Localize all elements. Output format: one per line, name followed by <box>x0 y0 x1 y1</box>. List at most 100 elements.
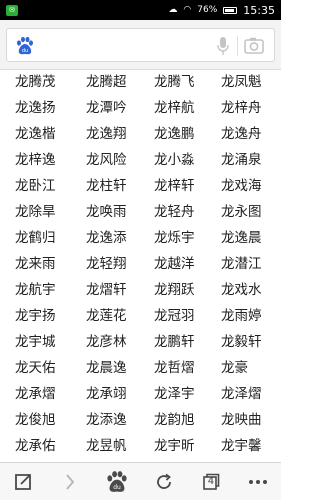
tabs-button[interactable]: 4 <box>191 467 231 497</box>
name-item: 龙俊旭 <box>15 412 56 428</box>
name-row: 龙宇扬 龙莲花 龙冠羽 龙雨婷 <box>0 301 281 327</box>
name-item: 龙梓舟 <box>221 100 262 116</box>
name-row: 龙承佑 龙昱帆 龙宇昕 龙宇馨 <box>0 431 281 457</box>
name-item: 龙戏水 <box>221 282 262 298</box>
refresh-button[interactable] <box>144 467 184 497</box>
name-item: 龙梓航 <box>154 100 195 116</box>
wifi-icon: ◠ <box>183 5 192 15</box>
tabs-count: 4 <box>207 475 215 487</box>
name-item: 龙翔跃 <box>154 282 195 298</box>
name-item: 龙唤雨 <box>86 204 127 220</box>
name-list: 龙腾茂 龙腾超 龙腾飞 龙凤魁 龙逸扬 龙潭吟 龙梓航 龙梓舟 龙逸楷 龙逸翔 龙逸鹏 龙逸舟 龙梓逸龙… <box>0 70 281 462</box>
name-row: 龙除旱 龙唤雨 龙轻舟 龙永图 <box>0 197 281 223</box>
name-row: 龙鹤归 龙逸添 龙烁宇 龙逸晨 <box>0 223 281 249</box>
name-item: 龙涌泉 <box>221 152 262 168</box>
name-item: 龙卧江 <box>15 178 56 194</box>
bottom-toolbar: du 4 <box>0 462 281 500</box>
name-item: 龙豪 <box>221 360 248 376</box>
chevron-right-icon <box>66 473 75 490</box>
search-divider <box>237 36 238 56</box>
name-item: 龙风险 <box>86 152 127 168</box>
name-item: 龙韵旭 <box>154 412 195 428</box>
name-row: 龙梓逸 龙风险 龙小淼 龙涌泉 <box>0 145 281 171</box>
name-item: 龙彦林 <box>86 334 127 350</box>
exit-button[interactable] <box>3 467 43 497</box>
status-bar: ✉ ☁ ◠ 76% 15:35 <box>0 0 281 20</box>
battery-icon <box>223 6 238 14</box>
name-item: 龙凤魁 <box>221 74 262 90</box>
search-bar: du <box>0 20 281 70</box>
name-item: 龙戏海 <box>221 178 262 194</box>
name-item: 龙承熠 <box>15 386 56 402</box>
search-input[interactable]: du <box>6 28 275 62</box>
name-item: 龙鹏轩 <box>154 334 195 350</box>
name-item: 龙潭吟 <box>86 100 127 116</box>
name-item: 龙轻舟 <box>154 204 195 220</box>
name-row: 龙承熠 龙承翊 龙泽宇 龙泽熠 <box>0 379 281 405</box>
name-item: 龙鹤归 <box>15 230 56 246</box>
name-item: 龙小淼 <box>154 152 195 168</box>
name-item: 龙逸鹏 <box>154 126 195 142</box>
more-dots-icon <box>248 479 267 484</box>
name-item: 龙逸舟 <box>221 126 262 142</box>
name-item: 龙天佑 <box>15 360 56 376</box>
name-item: 龙添逸 <box>86 412 127 428</box>
camera-icon[interactable] <box>244 37 264 54</box>
menu-button[interactable] <box>238 467 278 497</box>
svg-text:du: du <box>22 48 28 54</box>
name-row: 龙腾茂 龙腾超 龙腾飞 龙凤魁 <box>0 70 281 93</box>
name-item: 龙腾茂 <box>15 74 56 90</box>
forward-button[interactable] <box>50 467 90 497</box>
svg-text:du: du <box>113 484 121 491</box>
cloud-icon: ☁ <box>168 5 178 15</box>
name-item: 龙泽熠 <box>221 386 262 402</box>
name-item: 龙梓轩 <box>154 178 195 194</box>
name-item: 龙承翊 <box>86 386 127 402</box>
name-item: 龙映曲 <box>221 412 262 428</box>
name-item: 龙烁宇 <box>154 230 195 246</box>
microphone-icon[interactable] <box>216 36 230 56</box>
name-item: 龙逸楷 <box>15 126 56 142</box>
name-row: 龙逸楷 龙逸翔 龙逸鹏 龙逸舟 <box>0 119 281 145</box>
name-item: 龙宇扬 <box>15 308 56 324</box>
name-item: 龙航宇 <box>15 282 56 298</box>
baidu-paw-icon: du <box>107 470 127 492</box>
exit-icon <box>15 473 32 490</box>
name-item: 龙腾超 <box>86 74 127 90</box>
name-row: 龙逸扬 龙潭吟 龙梓航 龙梓舟 <box>0 93 281 119</box>
name-item: 龙来雨 <box>15 256 56 272</box>
name-item: 龙莲花 <box>86 308 127 324</box>
name-row: 龙俊旭 龙添逸 龙韵旭 龙映曲 <box>0 405 281 431</box>
wechat-icon: ✉ <box>6 4 18 16</box>
name-item: 龙毅轩 <box>221 334 262 350</box>
name-item: 龙逸扬 <box>15 100 56 116</box>
home-button[interactable]: du <box>97 467 137 497</box>
name-row: 龙卧江 龙柱轩 龙梓轩 龙戏海 <box>0 171 281 197</box>
name-item: 龙腾飞 <box>154 74 195 90</box>
name-item: 龙柱轩 <box>86 178 127 194</box>
name-item: 龙晨逸 <box>86 360 127 376</box>
name-item: 龙昱帆 <box>86 438 127 454</box>
name-row: 龙航宇 龙熠轩 龙翔跃 龙戏水 <box>0 275 281 301</box>
name-item: 龙哲熠 <box>154 360 195 376</box>
name-item: 龙熠轩 <box>86 282 127 298</box>
name-item: 龙梓逸 <box>15 152 56 168</box>
name-item: 龙轻翔 <box>86 256 127 272</box>
name-item: 龙雨婷 <box>221 308 262 324</box>
refresh-icon <box>157 473 171 489</box>
name-row: 龙天佑 龙晨逸 龙哲熠 龙豪 <box>0 353 281 379</box>
name-item: 龙逸翔 <box>86 126 127 142</box>
name-item: 龙永图 <box>221 204 262 220</box>
battery-percent: 76% <box>197 5 218 15</box>
name-item: 龙泽宇 <box>154 386 195 402</box>
name-item: 龙逸添 <box>86 230 127 246</box>
name-row: 龙来雨 龙轻翔 龙越洋 龙潜江 <box>0 249 281 275</box>
clock: 15:35 <box>243 3 275 17</box>
name-item: 龙冠羽 <box>154 308 195 324</box>
name-item: 龙宇城 <box>15 334 56 350</box>
name-item: 龙宇昕 <box>154 438 195 454</box>
name-item: 龙宇馨 <box>221 438 262 454</box>
name-item: 龙潜江 <box>221 256 262 272</box>
baidu-paw-icon: du <box>17 36 33 55</box>
name-item: 龙承佑 <box>15 438 56 454</box>
